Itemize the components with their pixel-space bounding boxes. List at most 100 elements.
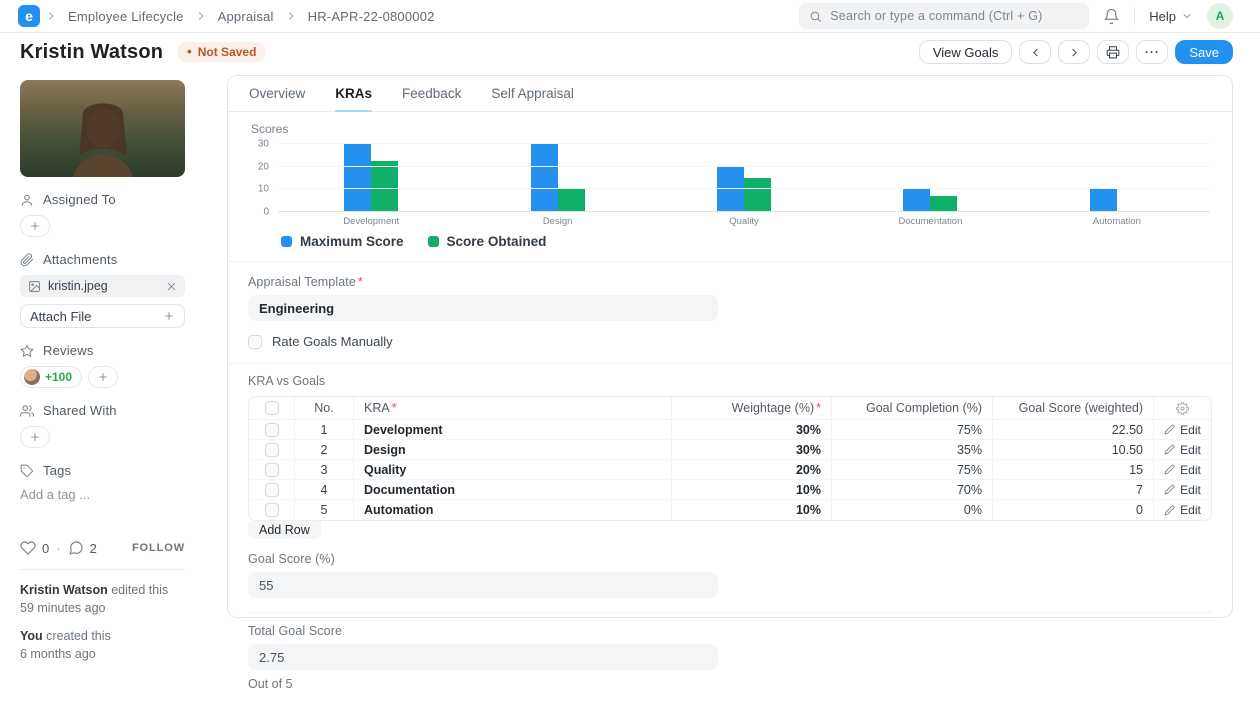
previous-record-button[interactable] bbox=[1019, 40, 1051, 64]
page-header: Kristin Watson • Not Saved View Goals ··… bbox=[0, 33, 1260, 71]
column-header-label: Goal Completion (%) bbox=[866, 401, 982, 415]
activity-line: Kristin Watson edited this bbox=[20, 582, 185, 600]
edit-row-button[interactable]: Edit bbox=[1164, 483, 1201, 497]
star-icon bbox=[20, 344, 34, 358]
chart-plot: 0102030 bbox=[278, 144, 1210, 212]
row-checkbox[interactable] bbox=[265, 443, 279, 457]
goal-score-label: Goal Score (%) bbox=[248, 552, 1212, 566]
tab-overview[interactable]: Overview bbox=[249, 76, 305, 111]
save-button[interactable]: Save bbox=[1175, 40, 1233, 64]
breadcrumb-item-hr-apr-22-0800002[interactable]: HR-APR-22-0800002 bbox=[308, 9, 435, 24]
table-settings-cell bbox=[1153, 397, 1211, 419]
gear-icon[interactable] bbox=[1176, 402, 1189, 415]
heart-icon[interactable] bbox=[20, 540, 36, 556]
add-tag-input[interactable]: Add a tag ... bbox=[20, 487, 185, 502]
row-number-cell: 2 bbox=[294, 440, 353, 459]
edit-row-button[interactable]: Edit bbox=[1164, 423, 1201, 437]
appraisal-template-field[interactable]: Engineering bbox=[248, 295, 718, 321]
kra-cell[interactable]: Documentation bbox=[353, 480, 671, 499]
kra-cell[interactable]: Automation bbox=[353, 500, 671, 520]
tab-bar: Overview KRAs Feedback Self Appraisal bbox=[228, 76, 1232, 112]
weightage-cell[interactable]: 30% bbox=[671, 440, 831, 459]
bar-maximum-score-development bbox=[344, 144, 371, 212]
print-button[interactable] bbox=[1097, 40, 1129, 64]
more-options-button[interactable]: ··· bbox=[1136, 40, 1168, 64]
chart-legend: Maximum ScoreScore Obtained bbox=[281, 234, 546, 249]
legend-score-obtained: Score Obtained bbox=[428, 234, 547, 249]
goal-completion-cell: 70% bbox=[831, 480, 992, 499]
profile-photo[interactable] bbox=[20, 80, 185, 177]
chart-x-label-development: Development bbox=[278, 216, 464, 227]
follow-button[interactable]: FOLLOW bbox=[132, 542, 185, 554]
row-checkbox[interactable] bbox=[265, 423, 279, 437]
column-header-label: Goal Score (weighted) bbox=[1019, 401, 1143, 415]
chart-x-label-quality: Quality bbox=[651, 216, 837, 227]
kra-cell[interactable]: Development bbox=[353, 420, 671, 439]
activity-actor[interactable]: Kristin Watson bbox=[20, 583, 108, 597]
shared-with-section: Shared With bbox=[20, 403, 185, 418]
comment-icon[interactable] bbox=[68, 540, 84, 556]
rate-goals-manually-checkbox[interactable] bbox=[248, 335, 262, 349]
breadcrumb-separator-icon bbox=[284, 9, 298, 23]
remove-attachment-icon[interactable] bbox=[166, 281, 177, 292]
kra-cell[interactable]: Design bbox=[353, 440, 671, 459]
assigned-to-label: Assigned To bbox=[43, 192, 116, 207]
total-goal-score-field[interactable]: 2.75 bbox=[248, 644, 718, 670]
user-avatar[interactable]: A bbox=[1207, 3, 1233, 29]
row-checkbox[interactable] bbox=[265, 503, 279, 517]
activity-log: Kristin Watson edited this59 minutes ago… bbox=[20, 582, 185, 663]
attachment-file-link[interactable]: kristin.jpeg bbox=[48, 279, 159, 293]
weightage-cell[interactable]: 10% bbox=[671, 480, 831, 499]
rate-goals-manually-row[interactable]: Rate Goals Manually bbox=[248, 334, 1212, 349]
tab-self-appraisal[interactable]: Self Appraisal bbox=[491, 76, 574, 111]
weightage-cell[interactable]: 10% bbox=[671, 500, 831, 520]
out-of-helper-text: Out of 5 bbox=[248, 677, 1212, 691]
goal-score-field-wrap: Goal Score (%) 55 bbox=[248, 552, 1212, 613]
edit-label: Edit bbox=[1180, 423, 1201, 437]
add-share-button[interactable] bbox=[20, 426, 50, 448]
printer-icon bbox=[1106, 45, 1120, 59]
add-review-button[interactable] bbox=[88, 366, 118, 388]
add-row-button[interactable]: Add Row bbox=[248, 521, 321, 539]
notifications-bell-icon[interactable] bbox=[1103, 8, 1120, 25]
table-header-row: No.KRA*Weightage (%)*Goal Completion (%)… bbox=[249, 397, 1211, 420]
attach-file-button[interactable]: Attach File bbox=[20, 304, 185, 328]
search-input[interactable]: Search or type a command (Ctrl + G) bbox=[799, 3, 1089, 29]
row-number-cell: 4 bbox=[294, 480, 353, 499]
row-checkbox[interactable] bbox=[265, 463, 279, 477]
goal-score-field[interactable]: 55 bbox=[248, 572, 718, 598]
breadcrumb: Employee Lifecycle Appraisal HR-APR-22-080… bbox=[44, 9, 435, 24]
table-row-documentation: 4Documentation10%70%7Edit bbox=[249, 480, 1211, 500]
reviewers-pill[interactable]: +100 bbox=[20, 366, 82, 388]
chart-x-label-automation: Automation bbox=[1024, 216, 1210, 227]
row-checkbox-cell bbox=[249, 480, 294, 499]
total-goal-score-section: Total Goal Score 2.75 Out of 5 bbox=[228, 613, 1232, 702]
edit-row-button[interactable]: Edit bbox=[1164, 503, 1201, 517]
plus-icon bbox=[163, 310, 175, 322]
edit-cell: Edit bbox=[1153, 460, 1211, 479]
required-asterisk: * bbox=[816, 401, 821, 415]
tab-feedback[interactable]: Feedback bbox=[402, 76, 461, 111]
search-icon bbox=[809, 10, 822, 23]
tab-kras[interactable]: KRAs bbox=[335, 76, 372, 111]
weightage-cell[interactable]: 20% bbox=[671, 460, 831, 479]
row-checkbox[interactable] bbox=[265, 483, 279, 497]
shared-with-label: Shared With bbox=[43, 403, 117, 418]
chart-bars bbox=[278, 144, 1210, 212]
add-assignment-button[interactable] bbox=[20, 215, 50, 237]
activity-actor[interactable]: You bbox=[20, 629, 43, 643]
pencil-icon bbox=[1164, 444, 1175, 455]
app-logo[interactable]: e bbox=[18, 5, 40, 27]
select-all-checkbox[interactable] bbox=[265, 401, 279, 415]
edit-row-button[interactable]: Edit bbox=[1164, 463, 1201, 477]
breadcrumb-item-employee-lifecycle[interactable]: Employee Lifecycle bbox=[68, 9, 184, 24]
rate-goals-manually-label: Rate Goals Manually bbox=[272, 334, 393, 349]
help-menu[interactable]: Help bbox=[1149, 9, 1193, 24]
edit-row-button[interactable]: Edit bbox=[1164, 443, 1201, 457]
kra-cell[interactable]: Quality bbox=[353, 460, 671, 479]
view-goals-button[interactable]: View Goals bbox=[919, 40, 1013, 64]
next-record-button[interactable] bbox=[1058, 40, 1090, 64]
weightage-cell[interactable]: 30% bbox=[671, 420, 831, 439]
breadcrumb-item-appraisal[interactable]: Appraisal bbox=[218, 9, 274, 24]
chart-y-tick: 20 bbox=[258, 161, 269, 172]
